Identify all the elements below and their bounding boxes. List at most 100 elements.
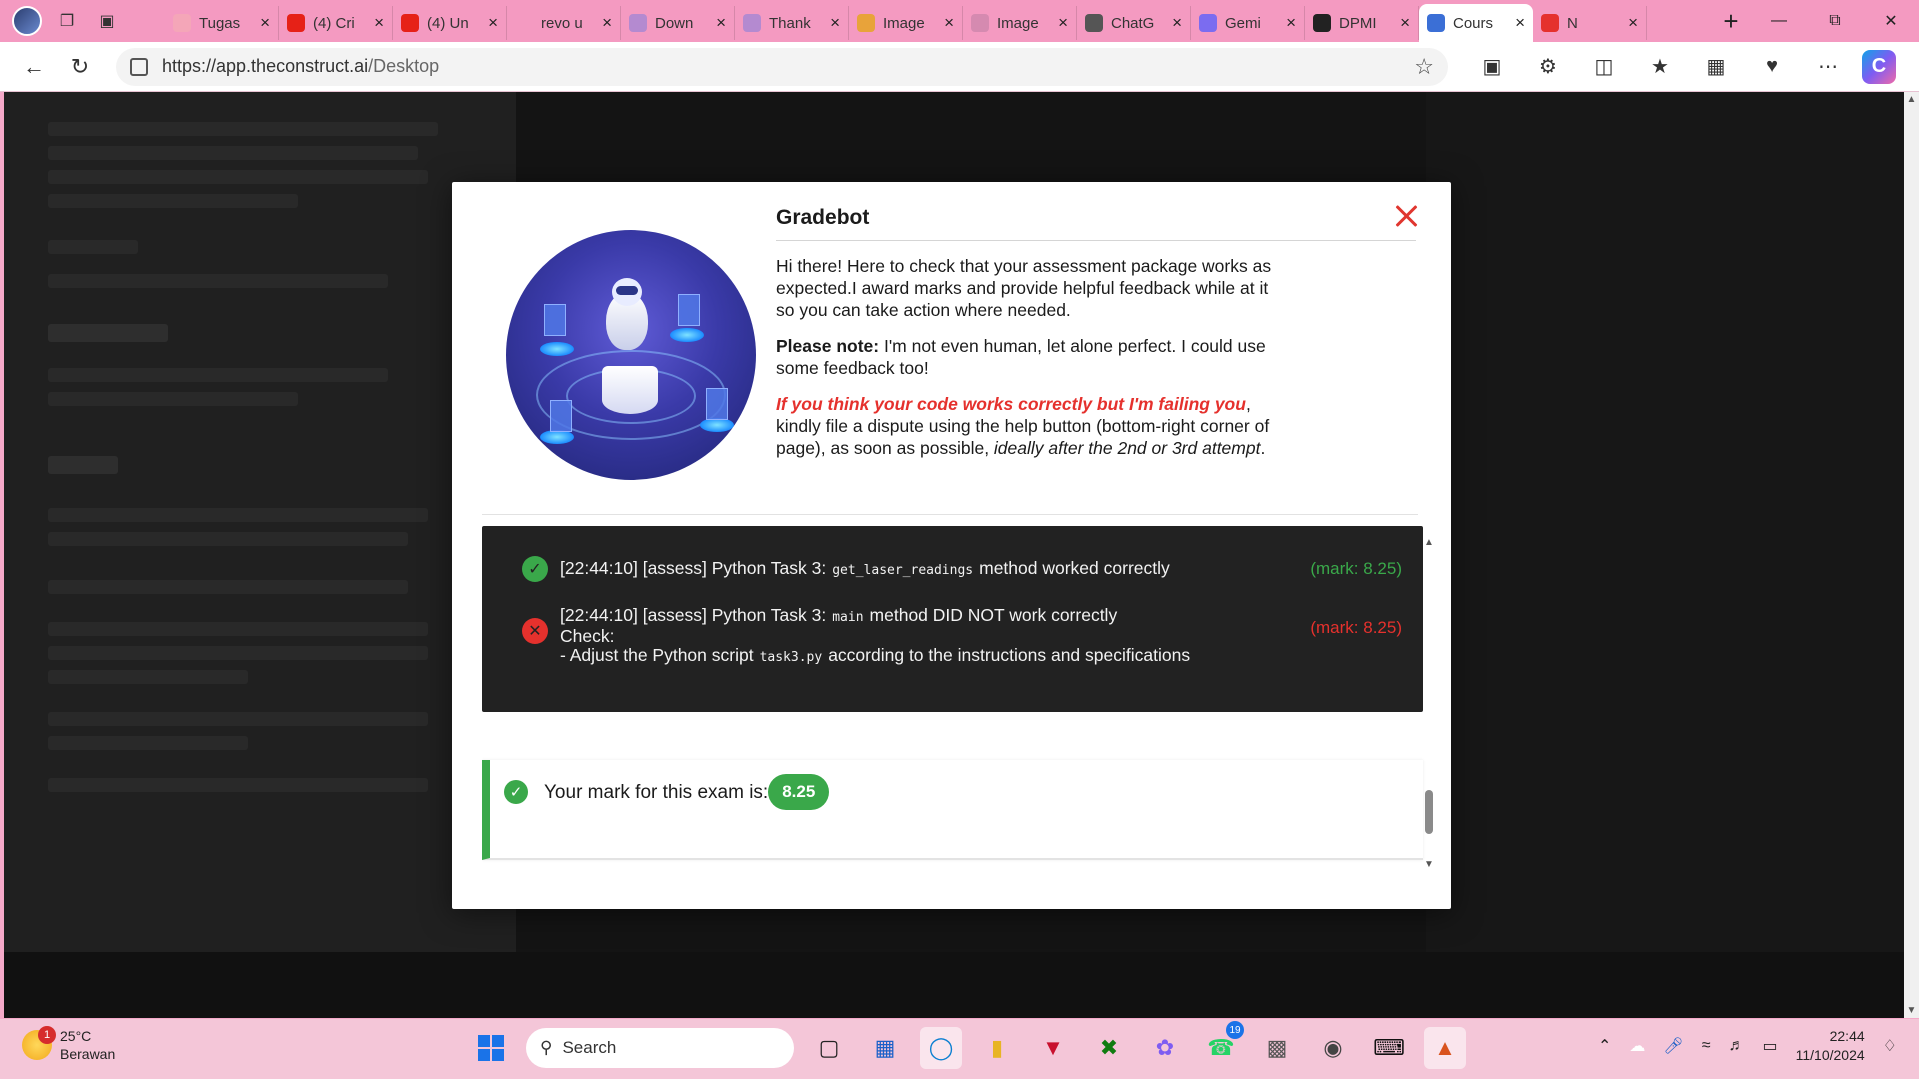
tab-close-icon[interactable]: ×: [488, 13, 498, 33]
start-button[interactable]: [470, 1027, 512, 1069]
tab-close-icon[interactable]: ×: [1172, 13, 1182, 33]
browser-tab[interactable]: Cours ×: [1419, 4, 1533, 42]
snipping-tool-icon[interactable]: ◉: [1312, 1027, 1354, 1069]
scroll-up-icon[interactable]: ▲: [1422, 536, 1436, 550]
tab-actions-icon[interactable]: ▣: [92, 6, 122, 36]
screenshot-icon[interactable]: ▣: [1470, 47, 1514, 87]
new-tab-button[interactable]: +: [1711, 4, 1751, 38]
weather-temp: 25°C: [60, 1028, 92, 1044]
tab-label: Thank: [769, 14, 811, 32]
favorites-icon[interactable]: ★: [1638, 47, 1682, 87]
profile-avatar[interactable]: [12, 6, 42, 36]
chevron-up-icon[interactable]: ⌃: [1598, 1036, 1611, 1056]
browser-tab[interactable]: Tugas ×: [165, 6, 279, 40]
tab-close-icon[interactable]: ×: [1058, 13, 1068, 33]
scroll-down-icon[interactable]: ▼: [1906, 1005, 1917, 1016]
scroll-thumb[interactable]: [1425, 790, 1433, 834]
system-tray: ⌃ ☁ 🎤︎ ≈ ♬ ▭ 22:44 11/10/2024 ♢: [1598, 1027, 1897, 1065]
whatsapp-icon[interactable]: ☎ 19: [1200, 1021, 1244, 1069]
tab-close-icon[interactable]: ×: [1400, 13, 1410, 33]
log-suffix: method worked correctly: [979, 557, 1170, 578]
tab-favicon-icon: [401, 14, 419, 32]
copilot-icon[interactable]: C: [1862, 49, 1896, 84]
assessment-results-scroll[interactable]: ✓ [22:44:10] [assess] Python Task 3: get_…: [482, 526, 1436, 902]
results-scrollbar[interactable]: ▲ ▼: [1422, 526, 1436, 872]
taskbar-search[interactable]: ⚲ Search: [526, 1028, 794, 1068]
tab-close-icon[interactable]: ×: [716, 13, 726, 33]
browser-tab[interactable]: Image ×: [849, 6, 963, 40]
xbox-icon[interactable]: ✖: [1088, 1027, 1130, 1069]
volume-icon[interactable]: ♬: [1729, 1037, 1745, 1055]
error-circle-icon: ✕: [522, 618, 548, 644]
back-icon[interactable]: ←: [12, 47, 56, 87]
browser-tab[interactable]: Down ×: [621, 6, 735, 40]
refresh-icon[interactable]: ↻: [58, 47, 102, 87]
browser-tab[interactable]: DPMI ×: [1305, 6, 1419, 40]
notification-bell-icon[interactable]: ♢: [1883, 1036, 1897, 1056]
tab-label: revo u: [541, 14, 583, 32]
browser-tab[interactable]: (4) Un ×: [393, 6, 507, 40]
close-window-icon[interactable]: ✕: [1863, 0, 1919, 42]
matlab-icon[interactable]: ▲: [1424, 1027, 1466, 1069]
tab-close-icon[interactable]: ×: [260, 13, 270, 33]
illustration-card: [550, 400, 572, 432]
browser-tab[interactable]: Image ×: [963, 6, 1077, 40]
address-bar[interactable]: https://app.theconstruct.ai/Desktop ☆: [116, 47, 1448, 86]
browser-tab[interactable]: ChatG ×: [1077, 6, 1191, 40]
tab-close-icon[interactable]: ×: [1628, 13, 1638, 33]
onedrive-cloud-icon[interactable]: ☁: [1629, 1036, 1645, 1056]
edge-browser-icon[interactable]: ◯: [920, 1027, 962, 1069]
tab-close-icon[interactable]: ×: [944, 13, 954, 33]
tab-list: Tugas × (4) Cri × (4) Un × revo u × Down × Thank × I…: [165, 0, 1705, 42]
scroll-down-icon[interactable]: ▼: [1422, 858, 1436, 872]
microphone-icon[interactable]: 🎤︎: [1663, 1036, 1683, 1056]
mcafee-icon[interactable]: ▼: [1032, 1027, 1074, 1069]
page-scrollbar[interactable]: ▲ ▼: [1904, 92, 1919, 1018]
tab-close-icon[interactable]: ×: [1286, 13, 1296, 33]
collections-icon[interactable]: ▦: [1694, 47, 1738, 87]
window-controls: — ⧉ ✕: [1751, 0, 1919, 42]
file-explorer-icon[interactable]: ▮: [976, 1027, 1018, 1069]
clock-date: 11/10/2024: [1795, 1047, 1865, 1063]
minimize-icon[interactable]: —: [1751, 0, 1807, 42]
tab-close-icon[interactable]: ×: [374, 13, 384, 33]
tab-favicon-icon: [743, 14, 761, 32]
task-view-icon[interactable]: ▢: [808, 1027, 850, 1069]
browser-tab[interactable]: Gemi ×: [1191, 6, 1305, 40]
battery-icon[interactable]: ▭: [1763, 1036, 1778, 1056]
log-prefix: [22:44:10] [assess] Python Task 3:: [560, 605, 827, 625]
microsoft-store-icon[interactable]: ▦: [864, 1027, 906, 1069]
tab-label: DPMI: [1339, 14, 1377, 32]
dispute-italic: ideally after the 2nd or 3rd attempt: [993, 438, 1261, 458]
tab-close-icon[interactable]: ×: [602, 13, 612, 33]
gradebot-intro: Gradebot Hi there! Here to check that yo…: [776, 206, 1416, 473]
more-menu-icon[interactable]: ⋯: [1806, 47, 1850, 87]
url-text: https://app.theconstruct.ai/Desktop: [162, 56, 1400, 77]
split-screen-icon[interactable]: ◫: [1582, 47, 1626, 87]
browser-tab[interactable]: (4) Cri ×: [279, 6, 393, 40]
remote-desktop-icon[interactable]: ▩: [1256, 1027, 1298, 1069]
copilot-app-icon[interactable]: ✿: [1144, 1027, 1186, 1069]
tab-favicon-icon: [1313, 14, 1331, 32]
workspaces-icon[interactable]: ❐: [52, 6, 82, 36]
extensions-icon[interactable]: ⚙: [1526, 47, 1570, 87]
taskbar-apps: ⚲ Search ▢ ▦ ◯ ▮ ▼ ✖ ✿ ☎ 19 ▩ ◉ ⌨ ▲: [470, 1021, 1466, 1069]
whatsapp-badge: 19: [1226, 1021, 1244, 1039]
favorite-star-icon[interactable]: ☆: [1414, 54, 1434, 80]
exam-mark-card: ✓ Your mark for this exam is: 8.25: [482, 760, 1423, 860]
scroll-up-icon[interactable]: ▲: [1906, 94, 1917, 105]
wifi-icon[interactable]: ≈: [1702, 1037, 1711, 1055]
tab-close-icon[interactable]: ×: [1515, 13, 1525, 33]
tab-label: Tugas: [199, 14, 241, 32]
browser-tab[interactable]: revo u ×: [507, 6, 621, 40]
browser-essentials-icon[interactable]: ♥: [1750, 47, 1794, 87]
browser-tab[interactable]: Thank ×: [735, 6, 849, 40]
weather-widget[interactable]: 1 25°C Berawan: [22, 1026, 115, 1063]
terminal-icon[interactable]: ⌨: [1368, 1027, 1410, 1069]
clock[interactable]: 22:44 11/10/2024: [1796, 1027, 1865, 1065]
clock-time: 22:44: [1829, 1028, 1865, 1044]
browser-tab[interactable]: N ×: [1533, 6, 1647, 40]
tab-close-icon[interactable]: ×: [830, 13, 840, 33]
restore-icon[interactable]: ⧉: [1807, 0, 1863, 42]
tab-favicon-icon: [857, 14, 875, 32]
